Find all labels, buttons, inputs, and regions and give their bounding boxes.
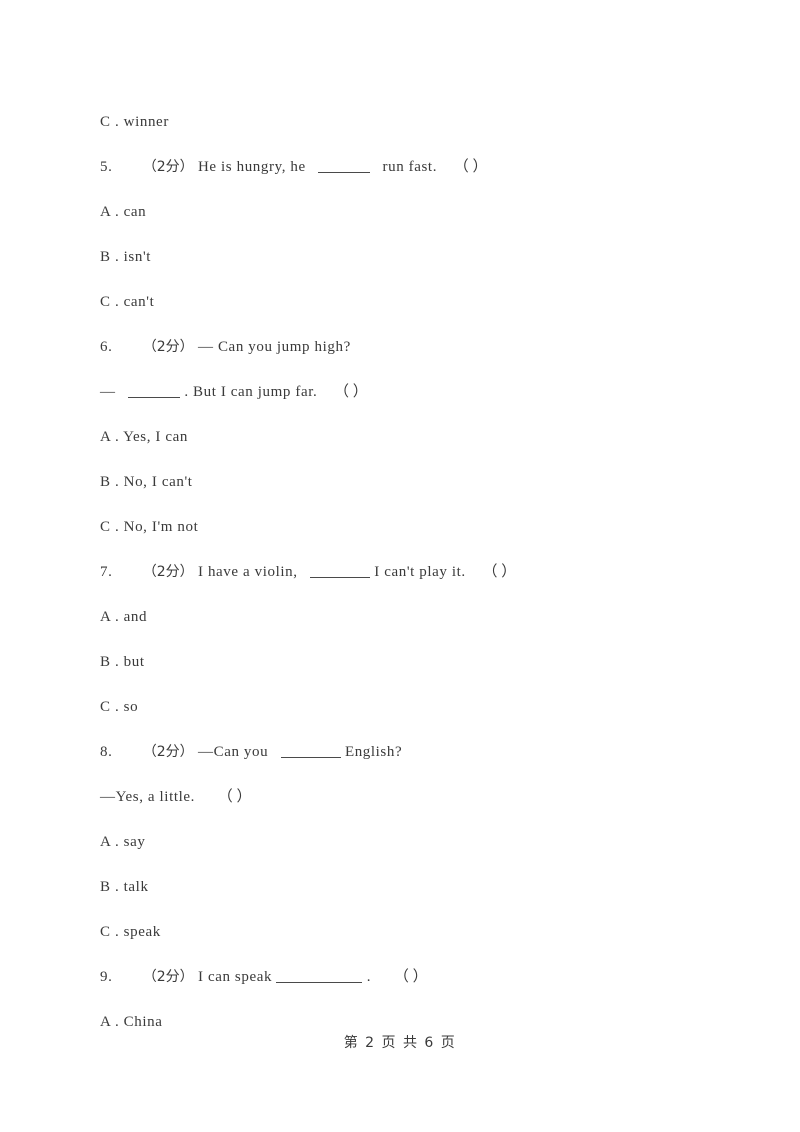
question-text-before: He is hungry, he xyxy=(198,159,306,175)
answer-parenthesis: （ ） xyxy=(334,384,368,400)
question-text-before: I have a violin, xyxy=(198,564,298,580)
question-6-answer-line: — . But I can jump far. （ ） xyxy=(100,370,700,415)
option-label: B . isn't xyxy=(100,249,152,265)
question-number: 8. xyxy=(100,744,113,760)
option-label: C . No, I'm not xyxy=(100,519,199,535)
question-5: 5. （2分） He is hungry, he run fast. （ ） xyxy=(100,145,700,190)
option-item: B . isn't xyxy=(100,235,700,280)
question-number: 9. xyxy=(100,969,113,985)
option-item: C . can't xyxy=(100,280,700,325)
question-text-after: run fast. xyxy=(382,159,438,175)
option-label: A . China xyxy=(100,1014,163,1030)
option-label: A . say xyxy=(100,834,146,850)
dialogue-dash: — xyxy=(100,384,116,400)
question-6: 6. （2分） — Can you jump high? xyxy=(100,325,700,370)
question-text-after: . xyxy=(366,969,372,985)
option-item: C . winner xyxy=(100,100,700,145)
option-label: C . winner xyxy=(100,114,169,130)
option-label: A . can xyxy=(100,204,147,220)
question-text-after: . But I can jump far. xyxy=(184,384,318,400)
option-item: C . speak xyxy=(100,910,700,955)
option-item: B . but xyxy=(100,640,700,685)
option-label: C . can't xyxy=(100,294,155,310)
document-page: C . winner 5. （2分） He is hungry, he run … xyxy=(0,0,800,1132)
question-7: 7. （2分） I have a violin, I can't play it… xyxy=(100,550,700,595)
option-item: A . say xyxy=(100,820,700,865)
question-text-before: —Can you xyxy=(198,744,269,760)
answer-parenthesis: （ ） xyxy=(482,564,517,580)
question-8-answer-line: —Yes, a little. （ ） xyxy=(100,775,700,820)
question-text-after: I can't play it. xyxy=(374,564,466,580)
question-prompt: — Can you jump high? xyxy=(198,339,351,355)
answer-parenthesis: （ ） xyxy=(393,969,428,985)
option-item: C . so xyxy=(100,685,700,730)
page-number-text: 第 2 页 共 6 页 xyxy=(343,1035,457,1051)
option-item: B . No, I can't xyxy=(100,460,700,505)
answer-parenthesis: （ ） xyxy=(217,789,252,805)
question-score: （2分） xyxy=(142,969,194,985)
question-score: （2分） xyxy=(142,339,194,355)
option-label: C . speak xyxy=(100,924,161,940)
answer-blank xyxy=(280,757,341,758)
answer-blank xyxy=(276,982,363,983)
question-score: （2分） xyxy=(142,564,194,580)
option-label: C . so xyxy=(100,699,139,715)
dialogue-answer: —Yes, a little. xyxy=(100,789,195,805)
answer-blank xyxy=(127,397,180,398)
question-8: 8. （2分） —Can you English? xyxy=(100,730,700,775)
option-label: B . No, I can't xyxy=(100,474,193,490)
question-number: 5. xyxy=(100,159,113,175)
answer-blank xyxy=(309,577,370,578)
question-score: （2分） xyxy=(142,159,194,175)
page-footer: 第 2 页 共 6 页 xyxy=(0,1032,800,1052)
option-item: B . talk xyxy=(100,865,700,910)
question-score: （2分） xyxy=(142,744,194,760)
option-label: B . talk xyxy=(100,879,149,895)
question-text-after: English? xyxy=(344,744,403,760)
answer-parenthesis: （ ） xyxy=(453,159,488,175)
question-text-before: I can speak xyxy=(198,969,273,985)
answer-blank xyxy=(318,172,371,173)
document-body: C . winner 5. （2分） He is hungry, he run … xyxy=(100,100,700,1045)
question-number: 7. xyxy=(100,564,113,580)
question-9: 9. （2分） I can speak . （ ） xyxy=(100,955,700,1000)
question-number: 6. xyxy=(100,339,113,355)
option-label: B . but xyxy=(100,654,145,670)
option-item: A . and xyxy=(100,595,700,640)
option-item: A . Yes, I can xyxy=(100,415,700,460)
option-label: A . and xyxy=(100,609,148,625)
option-label: A . Yes, I can xyxy=(100,429,188,445)
option-item: A . can xyxy=(100,190,700,235)
option-item: C . No, I'm not xyxy=(100,505,700,550)
